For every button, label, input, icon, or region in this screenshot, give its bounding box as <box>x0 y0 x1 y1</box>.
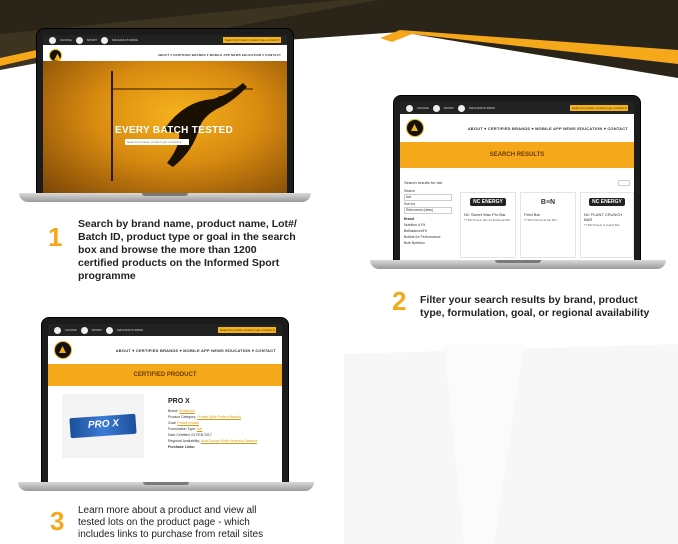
manufacturing-icon <box>100 36 108 44</box>
search-input[interactable]: Search by brand, product type or batch # <box>218 327 276 333</box>
laptop-1-screen: CHOICE SPORT MANUFACTURING Search by bra… <box>43 35 287 193</box>
logo-icon[interactable] <box>49 48 62 62</box>
nav-links[interactable]: ABOUT ▾ CERTIFIED BRANDS ▾ MOBILE APP NE… <box>116 348 276 353</box>
goal-link[interactable]: Protein Intake <box>177 421 199 425</box>
step-1-text: Search by brand name, product name, Lot#… <box>78 218 297 282</box>
formulation-link[interactable]: Bar <box>197 427 202 431</box>
sort-toggle[interactable] <box>618 180 630 186</box>
step-3-text: Learn more about a product and view all … <box>78 505 264 540</box>
manufacturing-icon <box>457 104 465 112</box>
filter-sidebar: Search bar Sort by Relevance (desc) Bran… <box>404 188 452 246</box>
result-card[interactable]: NC ENERGY NC Sweet Wax Pro Bar TYPE Prot… <box>460 192 516 258</box>
result-card[interactable]: NC ENERGY NC PLANT CRUNCH BAR TYPE Prote… <box>580 192 634 258</box>
step-2-number: 2 <box>392 286 407 316</box>
manufacturing-icon <box>105 326 113 334</box>
certified-product-banner: CERTIFIED PRODUCT <box>48 364 282 386</box>
search-input[interactable]: Search by brand, product type or batch # <box>223 37 281 43</box>
category-link[interactable]: Protein (Milk Protein Based) <box>197 415 241 419</box>
sort-select[interactable]: Relevance (desc) <box>404 207 452 214</box>
brand-logo: B≡N <box>540 198 556 206</box>
hero: EVERY BATCH TESTED Search by brand, prod… <box>43 61 287 193</box>
search-results-banner: SEARCH RESULTS <box>400 142 634 168</box>
step-1-number: 1 <box>48 222 63 252</box>
hero-title: EVERY BATCH TESTED <box>115 125 234 136</box>
result-card[interactable]: B≡N Field Bar TYPE Nutritional bar Bar <box>520 192 576 258</box>
step-2-text: Filter your search results by brand, pro… <box>420 294 650 319</box>
brand-logo: NC ENERGY <box>581 193 633 211</box>
laptop-2-screen: CHOICE SPORT MANUFACTURING Search by bra… <box>400 102 634 260</box>
sport-icon <box>80 326 88 334</box>
top-bar: CHOICE SPORT MANUFACTURING Search by bra… <box>43 35 287 45</box>
brand-logo: NC ENERGY <box>461 193 515 211</box>
logo-icon[interactable] <box>406 119 424 137</box>
logo-icon[interactable] <box>54 341 72 359</box>
top-bar: CHOICE SPORT MANUFACTURING Search by bra… <box>400 102 634 114</box>
nav-links[interactable]: ABOUT ▾ CERTIFIED BRANDS ▾ MOBILE APP NE… <box>468 126 628 131</box>
top-bar: CHOICE SPORT MANUFACTURING Search by bra… <box>48 324 282 336</box>
laptop-3-screen: CHOICE SPORT MANUFACTURING Search by bra… <box>48 324 282 482</box>
product-image: PRO X <box>62 394 144 458</box>
search-field[interactable]: bar <box>404 194 452 201</box>
brand-link[interactable]: Bodybuild <box>179 409 194 413</box>
informed-choice-icon <box>406 104 413 112</box>
nav-links[interactable]: ABOUT ▾ CERTIFIED BRANDS ▾ MOBILE APP NE… <box>158 53 281 57</box>
search-input[interactable]: Search by brand, product type or batch # <box>570 105 628 111</box>
step-3-number: 3 <box>50 506 65 536</box>
product-title: PRO X <box>168 398 190 405</box>
informed-choice-icon <box>49 36 56 44</box>
sport-icon <box>75 36 83 44</box>
region-links[interactable]: Asia Europe North America Oceania <box>201 439 257 443</box>
nav-bar: ABOUT ▾ CERTIFIED BRANDS ▾ MOBILE APP NE… <box>400 114 634 142</box>
product-wrapper: PRO X <box>69 413 137 439</box>
informed-choice-icon <box>54 326 61 334</box>
background-shapes <box>344 344 678 544</box>
hero-search-input[interactable]: Search by brand, product type or batch # <box>125 139 189 145</box>
sport-icon <box>432 104 440 112</box>
brand-checkbox[interactable]: Bulk Nutrition <box>404 240 452 246</box>
nav-bar: ABOUT ▾ CERTIFIED BRANDS ▾ MOBILE APP NE… <box>48 336 282 364</box>
product-details: Brand: Bodybuild Product Category: Prote… <box>168 409 258 449</box>
search-label: Search results for bar <box>404 180 443 185</box>
